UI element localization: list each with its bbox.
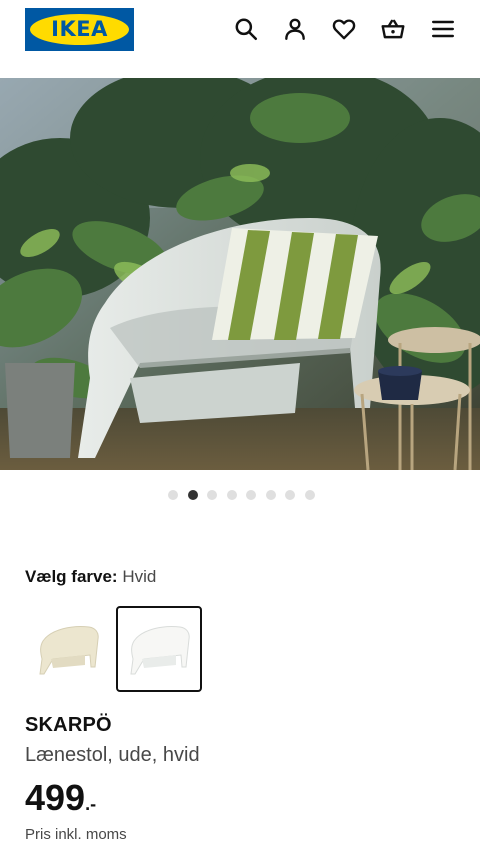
price-amount: 499 [25, 777, 86, 818]
carousel-dot[interactable] [246, 490, 257, 500]
menu-icon[interactable] [427, 13, 459, 45]
product-name: SKARPÖ [25, 714, 112, 736]
color-selector-label: Vælg farve: Hvid [25, 567, 156, 587]
product-description: Lænestol, ude, hvid [25, 744, 200, 766]
logo-text: IKEA [51, 17, 108, 41]
color-swatch-white[interactable] [116, 606, 202, 692]
carousel-dot[interactable] [285, 490, 296, 500]
ikea-logo[interactable]: IKEA [25, 8, 134, 51]
carousel-dot[interactable] [304, 490, 315, 500]
price-suffix: .- [85, 794, 97, 814]
color-swatch-beige[interactable] [25, 606, 111, 692]
carousel-dot[interactable] [168, 490, 179, 500]
carousel-dots [0, 490, 480, 502]
carousel-dot[interactable] [265, 490, 276, 500]
search-icon[interactable] [230, 13, 262, 45]
carousel-dot[interactable] [187, 490, 198, 500]
color-label-key: Vælg farve: [25, 567, 118, 586]
vat-note: Pris inkl. moms [25, 826, 127, 843]
chair-thumbnail-white [130, 626, 190, 675]
basket-icon[interactable] [377, 13, 409, 45]
heart-icon[interactable] [328, 13, 360, 45]
product-price: 499 .- [25, 777, 96, 819]
chair-thumbnail-beige [39, 626, 99, 675]
product-image[interactable] [0, 78, 480, 470]
site-header: IKEA [0, 0, 480, 78]
carousel-dot[interactable] [207, 490, 218, 500]
color-label-value: Hvid [122, 567, 157, 586]
account-icon[interactable] [279, 13, 311, 45]
carousel-dot[interactable] [226, 490, 237, 500]
